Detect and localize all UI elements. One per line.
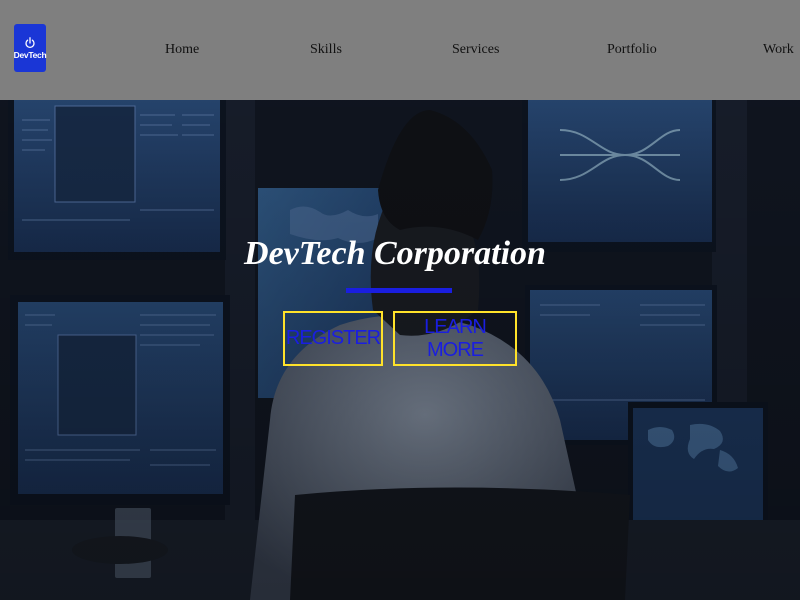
- hero-title: DevTech Corporation: [244, 235, 546, 272]
- nav-services[interactable]: Services: [452, 41, 499, 59]
- logo[interactable]: DevTech: [13, 24, 47, 72]
- learn-more-button[interactable]: LEARN MORE: [393, 311, 517, 366]
- nav-skills[interactable]: Skills: [310, 41, 342, 59]
- nav-work[interactable]: Work: [763, 41, 794, 59]
- site-header: DevTech Home Skills Services Portfolio W…: [0, 0, 800, 100]
- register-button[interactable]: REGISTER: [283, 311, 383, 366]
- hero-title-underline: [346, 288, 452, 293]
- hero-section: DevTech Corporation REGISTER LEARN MORE: [0, 100, 800, 600]
- power-icon: [25, 36, 35, 48]
- nav-home[interactable]: Home: [165, 41, 199, 59]
- nav-portfolio[interactable]: Portfolio: [607, 41, 657, 59]
- logo-text: DevTech: [13, 49, 47, 60]
